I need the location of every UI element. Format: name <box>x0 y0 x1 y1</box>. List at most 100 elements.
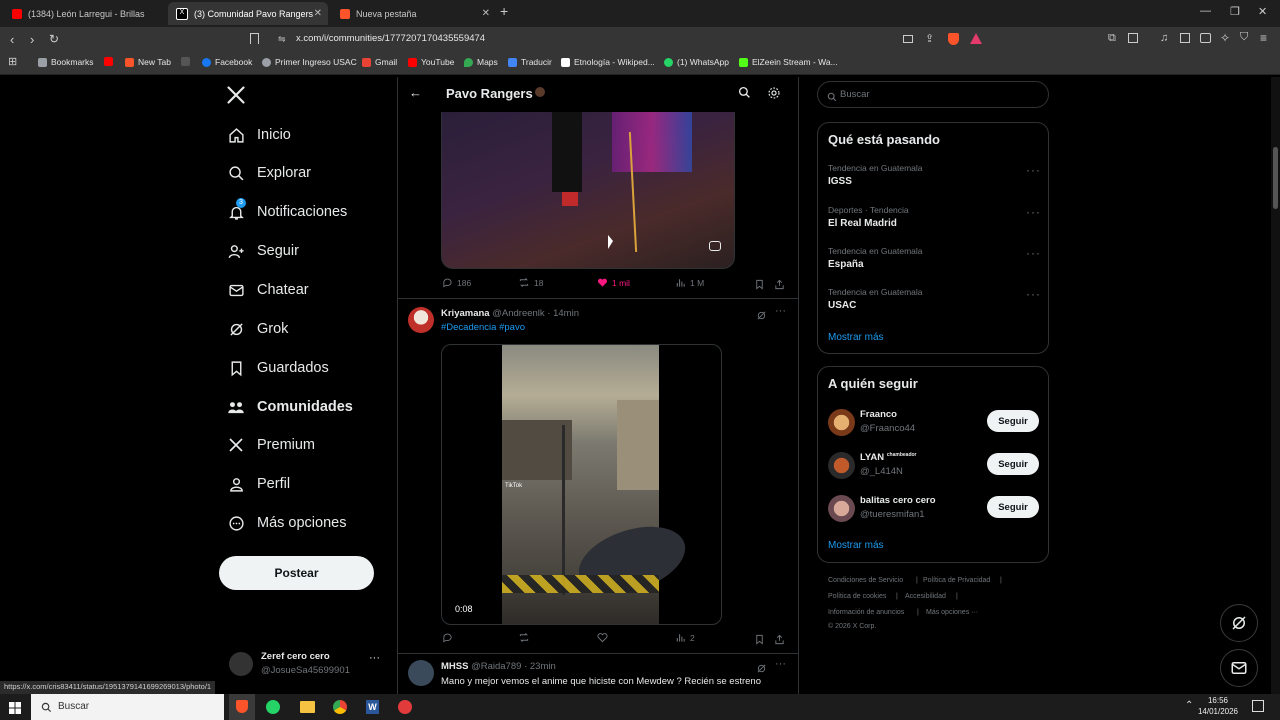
sidebar-item-profile[interactable]: Perfil <box>227 471 290 497</box>
follow-suggestion[interactable]: Fraanco @Fraanco44 Seguir <box>818 405 1048 441</box>
bookmark-item[interactable]: Etnología - Wikiped... <box>561 57 655 67</box>
reload-icon[interactable]: ↻ <box>49 32 59 46</box>
site-info-icon[interactable]: ⇋ <box>278 34 286 45</box>
reply-button[interactable] <box>442 632 457 643</box>
maximize-icon[interactable]: ❐ <box>1230 5 1240 18</box>
taskbar-search-input[interactable]: Buscar <box>31 694 224 720</box>
new-tab-icon[interactable]: + <box>500 3 508 19</box>
scrollbar-thumb[interactable] <box>1273 147 1278 209</box>
avatar[interactable] <box>828 409 855 436</box>
more-icon[interactable]: ··· <box>1026 205 1041 219</box>
tab-youtube[interactable]: (1384) León Larregui - Brillas <box>4 4 168 23</box>
author-handle[interactable]: @Andreenlk <box>492 308 544 319</box>
vpn-icon[interactable] <box>1200 33 1211 43</box>
settings-gear-icon[interactable] <box>767 86 781 105</box>
bookmark-icon[interactable] <box>754 632 765 650</box>
like-button[interactable]: 1 mil <box>597 277 630 288</box>
post-time[interactable]: 14min <box>553 308 579 319</box>
footer-link[interactable]: Condiciones de Servicio <box>828 577 903 584</box>
sidebar-item-premium[interactable]: Premium <box>227 432 315 458</box>
more-icon[interactable]: ··· <box>1026 163 1041 177</box>
bookmark-item[interactable] <box>104 57 117 66</box>
notification-center-icon[interactable] <box>1252 700 1264 712</box>
trend-item[interactable]: Tendencia en Guatemala IGSS ··· <box>818 161 1048 201</box>
grok-float-button[interactable] <box>1220 604 1258 642</box>
bookmark-item[interactable]: New Tab <box>125 57 171 67</box>
post-video[interactable]: TikTok 0:08 <box>441 344 722 625</box>
footer-link[interactable]: Política de Privacidad <box>923 577 990 584</box>
tab-new[interactable]: Nueva pestaña ✕ <box>332 4 496 23</box>
brave-rewards-icon[interactable] <box>970 33 982 44</box>
url-field[interactable]: ⇋ x.com/i/communities/177720717043555947… <box>270 27 990 52</box>
bookmark-item[interactable]: ElZeein Stream - Wa... <box>739 57 838 67</box>
more-icon[interactable]: ··· <box>369 652 380 664</box>
footer-link[interactable]: Más opciones ··· <box>926 609 978 616</box>
post-button[interactable]: Postear <box>219 556 374 590</box>
follow-button[interactable]: Seguir <box>987 496 1039 518</box>
sidebar-item-communities[interactable]: Comunidades <box>227 394 353 420</box>
trend-item[interactable]: Tendencia en Guatemala USAC ··· <box>818 285 1048 325</box>
back-arrow-icon[interactable]: ← <box>409 85 422 100</box>
suggestion-name-line[interactable]: LYAN chambeador <box>860 452 917 463</box>
shield-icon[interactable]: ⛉ <box>1240 31 1248 44</box>
wallet-icon[interactable] <box>1128 33 1138 43</box>
reply-button[interactable]: 186 <box>442 277 471 288</box>
post-media-video[interactable] <box>441 112 735 269</box>
bookmark-icon[interactable] <box>754 277 765 295</box>
views-button[interactable]: 1 M <box>675 277 704 288</box>
brave-shield-icon[interactable] <box>948 33 959 45</box>
follow-suggestion[interactable]: balitas cero cero @tueresmifan1 Seguir <box>818 491 1048 527</box>
post-time[interactable]: 23min <box>530 661 556 672</box>
avatar[interactable] <box>828 495 855 522</box>
word-icon[interactable]: W <box>366 700 379 714</box>
sidebar-toggle-icon[interactable] <box>1180 33 1190 43</box>
chevron-up-icon[interactable]: ⌃ <box>1185 700 1193 711</box>
whatsapp-icon[interactable] <box>266 700 280 714</box>
footer-link[interactable]: Información de anuncios <box>828 609 904 616</box>
bookmark-item[interactable]: Facebook <box>202 57 252 67</box>
apps-grid-icon[interactable]: ⊞ <box>8 55 17 68</box>
scrollbar[interactable] <box>1271 77 1280 694</box>
post[interactable]: MHSS @Raida789 · 23min ··· Mano y mejor … <box>398 654 798 697</box>
sidebar-item-bookmarks[interactable]: Guardados <box>227 355 329 381</box>
views-button[interactable]: 2 <box>675 632 695 643</box>
taskbar-brave[interactable] <box>229 694 255 720</box>
search-input[interactable]: Buscar <box>817 81 1049 108</box>
author-name[interactable]: MHSS <box>441 661 468 672</box>
chrome-icon[interactable] <box>333 700 347 714</box>
repost-button[interactable] <box>518 632 534 643</box>
repost-button[interactable]: 18 <box>518 277 543 288</box>
bookmark-item[interactable]: Traducir <box>508 57 552 67</box>
author-handle[interactable]: @Raida789 <box>471 661 521 672</box>
media-icon[interactable]: ♫ <box>1160 32 1168 44</box>
sidebar-item-notifications[interactable]: 3 Notificaciones <box>227 198 347 225</box>
bookmark-item[interactable]: Primer Ingreso USAC <box>262 57 357 67</box>
more-icon[interactable]: ··· <box>1026 246 1041 260</box>
suggestion-name[interactable]: balitas cero cero <box>860 495 936 506</box>
minimize-icon[interactable]: — <box>1200 5 1211 17</box>
grok-icon[interactable] <box>756 308 767 326</box>
forward-icon[interactable]: › <box>30 32 34 47</box>
account-switcher[interactable]: Zeref cero cero @JosueSa45699901 ··· <box>229 650 389 680</box>
bookmark-item[interactable]: Gmail <box>362 57 397 67</box>
bookmark-item[interactable] <box>181 57 194 66</box>
close-icon[interactable]: ✕ <box>482 8 490 19</box>
more-icon[interactable]: ··· <box>775 305 786 317</box>
screen-icon[interactable] <box>903 35 913 43</box>
share-icon[interactable] <box>774 277 785 295</box>
windows-start-icon[interactable] <box>9 701 21 714</box>
more-icon[interactable]: ··· <box>1026 287 1041 301</box>
picture-in-picture-icon[interactable] <box>709 241 721 251</box>
sidebar-item-grok[interactable]: Grok <box>227 316 288 342</box>
bookmark-page-icon[interactable] <box>250 33 259 44</box>
bookmark-item[interactable]: YouTube <box>408 57 454 67</box>
footer-link[interactable]: Accesibilidad <box>905 593 946 600</box>
suggestion-name[interactable]: Fraanco <box>860 409 897 420</box>
search-icon[interactable] <box>738 86 751 104</box>
tab-community[interactable]: X (3) Comunidad Pavo Rangers ✕ <box>168 2 328 25</box>
sidebar-item-home[interactable]: Inicio <box>227 122 291 148</box>
follow-button[interactable]: Seguir <box>987 453 1039 475</box>
follow-suggestion[interactable]: LYAN chambeador @_L414N Seguir <box>818 448 1048 484</box>
taskbar-clock[interactable]: 16:56 14/01/2026 <box>1196 695 1240 717</box>
footer-link[interactable]: Política de cookies <box>828 593 886 600</box>
